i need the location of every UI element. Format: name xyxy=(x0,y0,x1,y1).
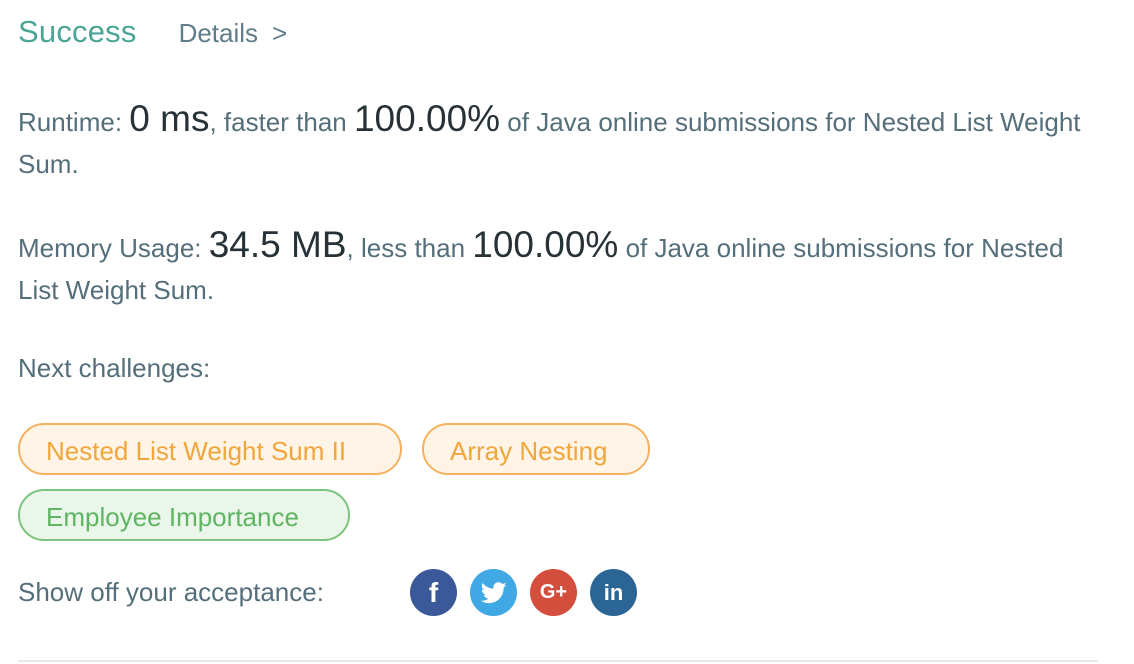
challenge-tag-array-nesting[interactable]: Array Nesting xyxy=(422,423,650,475)
runtime-summary: Runtime: 0 ms, faster than 100.00% of Ja… xyxy=(18,98,1108,185)
challenge-tag-nested-list-weight-sum-ii[interactable]: Nested List Weight Sum II xyxy=(18,423,402,475)
chevron-right-icon: > xyxy=(272,18,288,48)
challenge-tag-employee-importance[interactable]: Employee Importance xyxy=(18,489,350,541)
memory-comparison: , less than xyxy=(346,233,473,263)
linkedin-share-button[interactable]: in xyxy=(590,569,637,616)
next-challenges-label: Next challenges: xyxy=(18,353,211,383)
runtime-value: 0 ms xyxy=(129,98,210,139)
memory-label: Memory Usage: xyxy=(18,233,209,263)
details-link[interactable]: Details > xyxy=(179,18,288,49)
runtime-percent: 100.00% xyxy=(353,98,501,139)
linkedin-icon: in xyxy=(603,579,624,605)
google-plus-icon: G+ xyxy=(539,581,568,603)
memory-summary: Memory Usage: 34.5 MB, less than 100.00%… xyxy=(18,224,1108,311)
google-plus-share-button[interactable]: G+ xyxy=(530,569,577,616)
twitter-icon xyxy=(480,581,507,603)
runtime-label: Runtime: xyxy=(18,107,130,137)
facebook-icon: f xyxy=(428,576,439,608)
submission-result-panel: Success Details > Runtime: 0 ms, faster … xyxy=(0,0,1134,664)
result-header: Success Details > xyxy=(18,14,287,50)
memory-value: 34.5 MB xyxy=(208,224,347,265)
memory-percent: 100.00% xyxy=(472,224,619,265)
details-label: Details xyxy=(178,18,259,48)
twitter-share-button[interactable] xyxy=(470,569,517,616)
facebook-share-button[interactable]: f xyxy=(410,569,457,616)
runtime-comparison: , faster than xyxy=(209,107,354,137)
bottom-divider xyxy=(18,660,1098,662)
status-label: Success xyxy=(18,14,137,49)
share-label: Show off your acceptance: xyxy=(18,577,324,607)
